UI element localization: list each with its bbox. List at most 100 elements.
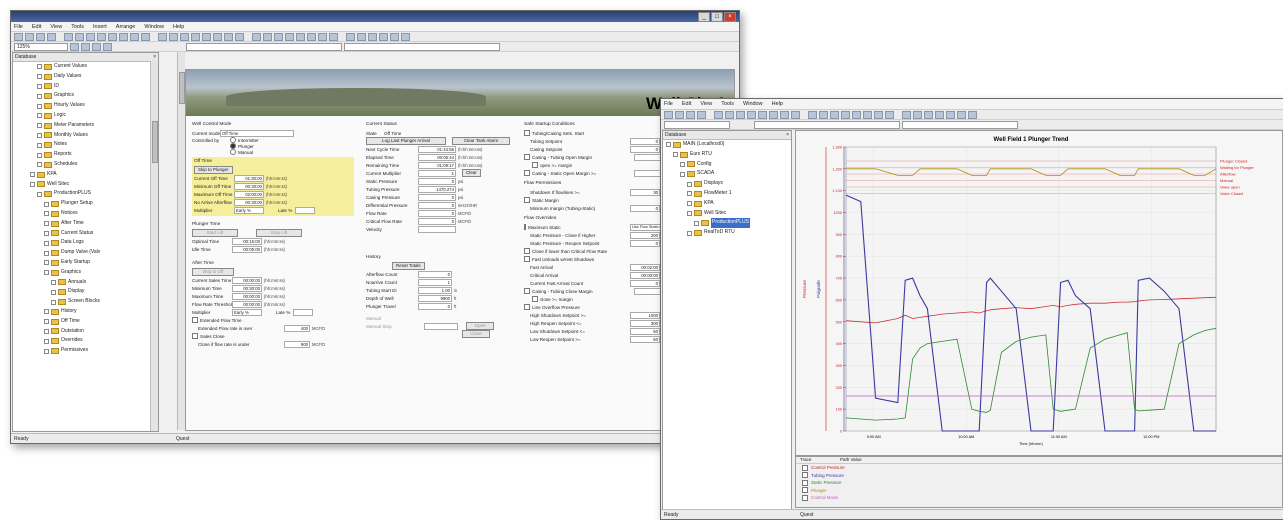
tree-item[interactable]: Current Status [13,229,158,239]
field-value[interactable]: 1.00 [418,286,452,294]
safe-value[interactable]: 0 [630,279,660,287]
field-value[interactable]: 1 [418,169,456,177]
expand-icon[interactable] [37,103,42,109]
menu-item-edit[interactable]: Edit [682,101,691,107]
tree-item[interactable]: Well Sitec [663,209,791,219]
toolbar-icon[interactable] [329,32,338,41]
field-value[interactable] [418,225,456,233]
legend-item[interactable]: Control Mode [796,494,1282,502]
toolbar-icon[interactable] [725,110,734,119]
expand-icon[interactable] [37,162,42,168]
sales-close-field[interactable]: 900 [284,340,310,348]
expand-icon[interactable] [37,191,42,197]
menu-item-tools[interactable]: Tools [721,101,734,107]
field-value[interactable]: 01:44:56 [418,145,456,153]
tree-item[interactable]: Notices [13,209,158,219]
expand-icon[interactable] [687,210,692,216]
expand-icon[interactable] [680,171,685,177]
w2-tag-select[interactable] [664,120,730,129]
legend-item[interactable]: Control Pressure [796,464,1282,472]
toolbar-icon[interactable] [769,110,778,119]
manual-close-button[interactable]: Close [462,330,490,338]
legend-checkbox[interactable] [802,494,808,501]
menu-item-view[interactable]: View [700,101,712,107]
expand-icon[interactable] [694,220,699,226]
sales-close-checkbox[interactable] [192,333,198,339]
skip-to-plunger-button[interactable]: Skip to Plunger [194,166,233,174]
menu-item-file[interactable]: File [664,101,673,107]
tree-item[interactable]: Screen Blocks [13,297,158,307]
clear-button[interactable]: Clear [462,169,481,177]
snap-icon[interactable] [103,42,112,51]
toolbar-icon[interactable] [158,32,167,41]
safe-value[interactable]: 50 [630,327,660,335]
toolbar-icon[interactable] [141,32,150,41]
legend-item[interactable]: Tubing Pressure [796,472,1282,480]
toolbar-icon[interactable] [263,32,272,41]
toolbar-icon[interactable] [97,32,106,41]
close-button[interactable]: × [724,11,736,22]
toolbar-icon[interactable] [152,34,156,40]
tree-item[interactable]: KPA [13,170,158,180]
toolbar-icon[interactable] [75,32,84,41]
tree-item[interactable]: Dump Valve (Valv [13,248,158,258]
extended-flow-field[interactable]: 400 [284,324,310,332]
tree-item[interactable]: Early Startup [13,258,158,268]
toolbar-icon[interactable] [896,112,900,118]
toolbar-icon[interactable] [180,32,189,41]
tree-item[interactable]: KPA [663,199,791,209]
tree-item[interactable]: Notes [13,140,158,150]
toolbar-icon[interactable] [708,112,712,118]
expand-icon[interactable] [37,83,42,89]
log-plunger-arrival-button[interactable]: Log Last Plunger Arrival [366,137,446,145]
expand-icon[interactable] [37,132,42,138]
safe-checkbox[interactable] [524,248,530,254]
field-value[interactable]: 00:00:00 [232,276,262,284]
tree-item[interactable]: Off Time [13,317,158,327]
tree-item[interactable]: ProductionPLUS [13,189,158,199]
toolbar-icon[interactable] [830,110,839,119]
field-value[interactable]: 02:00:00 [234,190,264,198]
menu-item-window[interactable]: Window [743,101,763,107]
toolbar-icon[interactable] [791,110,800,119]
skip-to-off-button[interactable]: Skip to Off [192,268,234,276]
tree-item[interactable]: Config [663,160,791,170]
toolbar-icon[interactable] [191,32,200,41]
legend-item[interactable]: Plunger [796,487,1282,495]
toolbar-icon[interactable] [863,110,872,119]
expand-icon[interactable] [37,113,42,119]
tree-item[interactable]: Graphics [13,268,158,278]
legend-checkbox[interactable] [802,464,808,471]
safe-value[interactable]: 1000 [630,311,660,319]
menu-item-view[interactable]: View [50,24,62,30]
tree-item[interactable]: Display [13,287,158,297]
expand-icon[interactable] [30,181,35,187]
safe-value[interactable]: 0 [630,145,660,153]
toolbar-icon[interactable] [285,32,294,41]
toolbar-icon[interactable] [902,110,911,119]
tree-item[interactable]: Meter Parameters [13,121,158,131]
toolbar-icon[interactable] [346,32,355,41]
w2-tree-close-icon[interactable]: × [786,131,789,139]
legend-checkbox[interactable] [802,479,808,486]
radio-manual[interactable] [230,149,236,155]
tree-item[interactable]: ProductionPLUS [663,218,791,229]
clear-tank-alarm-button[interactable]: Clear Tank Alarm [452,137,510,145]
toolbar-icon[interactable] [58,34,62,40]
toolbar-icon[interactable] [885,110,894,119]
expand-icon[interactable] [51,299,56,305]
tree-item[interactable]: Eurs RTU [663,150,791,160]
toolbar-icon[interactable] [808,110,817,119]
toolbar-icon[interactable] [14,32,23,41]
expand-icon[interactable] [44,240,49,246]
toolbar-icon[interactable] [379,32,388,41]
after-multiplier-select[interactable]: Early % [232,308,262,316]
toolbar-icon[interactable] [946,110,955,119]
toolbar-icon[interactable] [368,32,377,41]
toolbar-icon[interactable] [913,110,922,119]
toolbar-icon[interactable] [213,32,222,41]
toolbar-icon[interactable] [686,110,695,119]
manual-open-button[interactable]: Open [466,322,494,330]
toolbar-icon[interactable] [401,32,410,41]
tree-item[interactable]: Hourly Values [13,101,158,111]
